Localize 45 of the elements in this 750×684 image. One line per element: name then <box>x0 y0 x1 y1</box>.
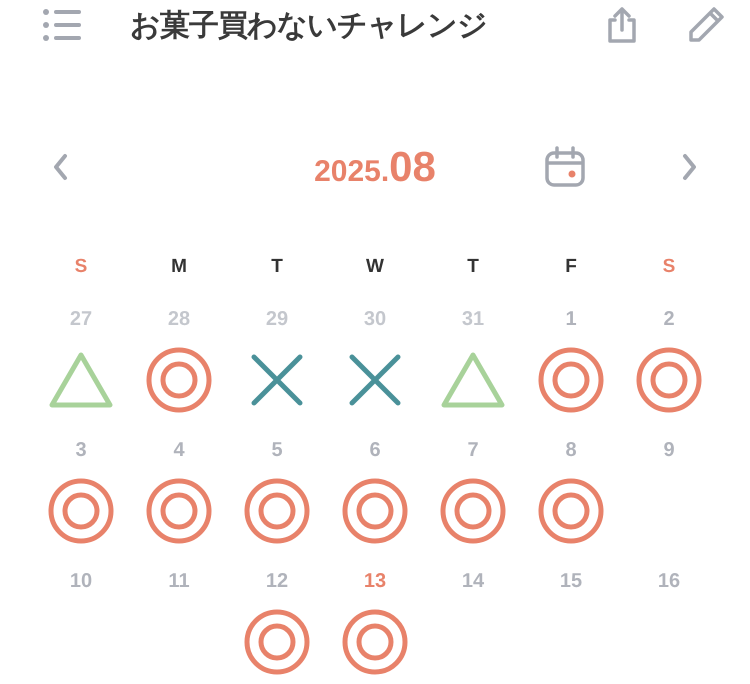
double-circle-icon <box>244 478 310 544</box>
weekday-label: M <box>171 256 187 278</box>
double-circle-icon <box>342 478 408 544</box>
date-number[interactable]: 13 <box>364 568 386 594</box>
month-label: 2025.08 <box>314 143 436 191</box>
weekday-label: F <box>565 256 577 278</box>
double-circle-icon <box>244 609 310 675</box>
date-number[interactable]: 14 <box>462 568 484 594</box>
double-circle-icon <box>538 478 604 544</box>
weekday-label: S <box>74 256 88 278</box>
double-circle-icon <box>538 347 604 413</box>
date-number[interactable]: 12 <box>266 568 288 594</box>
double-circle-icon <box>146 347 212 413</box>
menu-icon[interactable] <box>42 7 82 43</box>
date-number[interactable]: 9 <box>663 437 675 463</box>
date-number[interactable]: 6 <box>369 437 381 463</box>
date-number[interactable]: 15 <box>560 568 582 594</box>
date-number[interactable]: 31 <box>462 306 484 332</box>
weekday-label: S <box>662 256 676 278</box>
weekday-label: T <box>271 256 283 278</box>
chevron-right-icon[interactable] <box>682 153 698 181</box>
date-number[interactable]: 5 <box>271 437 283 463</box>
chevron-left-icon[interactable] <box>52 153 68 181</box>
date-number[interactable]: 4 <box>173 437 185 463</box>
date-number[interactable]: 8 <box>565 437 577 463</box>
date-number[interactable]: 1 <box>565 306 577 332</box>
calendar-icon[interactable] <box>544 146 586 188</box>
weekday-label: T <box>467 256 479 278</box>
double-circle-icon <box>440 478 506 544</box>
date-number[interactable]: 30 <box>364 306 386 332</box>
date-number[interactable]: 28 <box>168 306 190 332</box>
app-title: お菓子買わないチャレンジ <box>130 6 487 44</box>
double-circle-icon <box>146 478 212 544</box>
date-number[interactable]: 16 <box>658 568 680 594</box>
date-number[interactable]: 27 <box>70 306 92 332</box>
date-number[interactable]: 10 <box>70 568 92 594</box>
date-number[interactable]: 3 <box>75 437 87 463</box>
double-circle-icon <box>48 478 114 544</box>
date-number[interactable]: 7 <box>467 437 479 463</box>
date-number[interactable]: 29 <box>266 306 288 332</box>
date-number[interactable]: 2 <box>663 306 675 332</box>
double-circle-icon <box>636 347 702 413</box>
double-circle-icon <box>342 609 408 675</box>
date-number[interactable]: 11 <box>168 568 190 594</box>
weekday-label: W <box>366 256 384 278</box>
